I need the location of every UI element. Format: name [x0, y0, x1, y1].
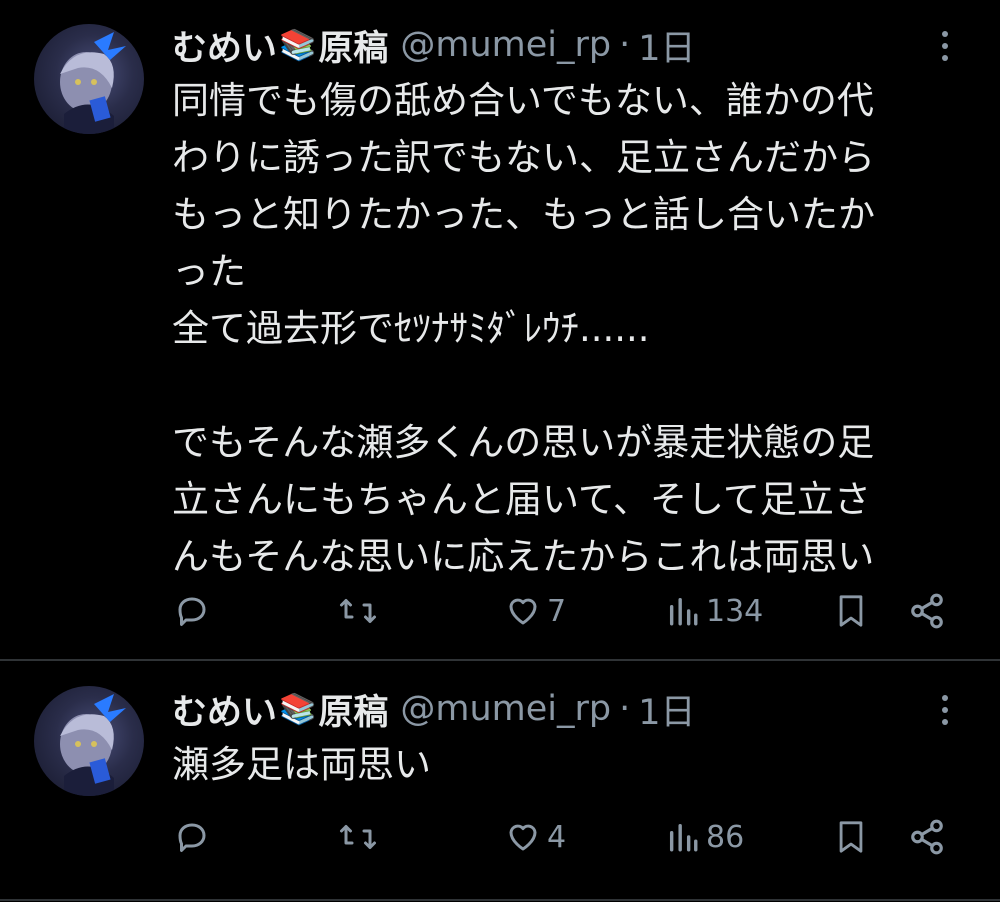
like-button[interactable]: 4	[505, 812, 566, 862]
views-bar-chart-icon	[669, 597, 698, 626]
avatar-image	[60, 32, 126, 134]
share-button[interactable]	[908, 812, 946, 862]
reply-icon	[178, 823, 206, 852]
tweet-text-line: 瀬多足は両思い	[172, 743, 431, 786]
avatar[interactable]	[34, 24, 144, 134]
tweet-header: むめい 📚 原稿 @mumei_rp · 1日	[172, 20, 696, 70]
avatar-image	[60, 694, 126, 796]
share-button[interactable]	[908, 586, 946, 636]
tweet-text: 同情でも傷の舐め合いでもない、誰かの代 わりに誘った訳でもない、足立さんだから …	[172, 72, 962, 585]
share-icon	[911, 819, 943, 855]
heart-icon	[509, 824, 537, 851]
tweet-text-line	[172, 357, 962, 414]
action-bar: 4 86	[0, 812, 1000, 862]
retweet-button[interactable]	[338, 812, 378, 862]
bookmark-icon	[839, 595, 863, 627]
heart-icon	[509, 598, 537, 625]
tweet-text-line: でもそんな瀬多くんの思いが暴走状態の足	[172, 421, 875, 464]
author-name[interactable]: むめい	[172, 684, 277, 735]
like-button[interactable]: 7	[505, 586, 566, 636]
tweet-header: むめい 📚 原稿 @mumei_rp · 1日	[172, 684, 696, 734]
views-button[interactable]: 134	[666, 586, 763, 636]
author-name[interactable]: むめい	[172, 20, 277, 71]
views-button[interactable]: 86	[666, 812, 744, 862]
tweet-text-line: った	[172, 250, 246, 293]
books-emoji: 📚	[279, 691, 317, 727]
author-name-suffix[interactable]: 原稿	[318, 20, 388, 71]
tweet-divider	[0, 659, 1000, 661]
author-handle[interactable]: @mumei_rp	[400, 689, 611, 729]
time-separator: ·	[619, 25, 631, 65]
views-bar-chart-icon	[669, 823, 698, 852]
tweet-divider	[0, 899, 1000, 901]
author-handle[interactable]: @mumei_rp	[400, 25, 611, 65]
bookmark-button[interactable]	[834, 586, 868, 636]
tweet-text-line: 立さんにもちゃんと届いて、そして足立さ	[172, 478, 871, 521]
tweet-text: 瀬多足は両思い	[172, 736, 962, 793]
tweet-text-line: もっと知りたかった、もっと話し合いたか	[172, 193, 875, 236]
tweet-text-line: 全て過去形でｾﾂﾅｻﾐﾀﾞﾚｳﾁ......	[172, 307, 650, 350]
bookmark-icon	[839, 821, 863, 853]
more-vertical-icon[interactable]	[930, 690, 960, 730]
avatar[interactable]	[34, 686, 144, 796]
books-emoji: 📚	[279, 27, 317, 63]
retweet-icon	[340, 599, 376, 623]
retweet-button[interactable]	[338, 586, 378, 636]
like-count: 7	[547, 593, 567, 629]
tweet-text-line: んもそんな思いに応えたからこれは両思い	[172, 535, 875, 578]
share-icon	[911, 593, 943, 629]
action-bar: 7 134	[0, 586, 1000, 636]
timestamp[interactable]: 1日	[638, 684, 695, 735]
view-count: 134	[706, 593, 764, 629]
reply-button[interactable]	[174, 812, 210, 862]
tweet-text-line: わりに誘った訳でもない、足立さんだから	[172, 136, 875, 179]
author-name-suffix[interactable]: 原稿	[318, 684, 388, 735]
reply-button[interactable]	[174, 586, 210, 636]
more-vertical-icon[interactable]	[930, 26, 960, 66]
bookmark-button[interactable]	[834, 812, 868, 862]
time-separator: ·	[619, 689, 631, 729]
timestamp[interactable]: 1日	[638, 20, 695, 71]
tweet-text-line: 同情でも傷の舐め合いでもない、誰かの代	[172, 79, 874, 122]
reply-icon	[178, 597, 206, 626]
like-count: 4	[547, 819, 567, 855]
retweet-icon	[340, 825, 376, 849]
view-count: 86	[706, 819, 745, 855]
